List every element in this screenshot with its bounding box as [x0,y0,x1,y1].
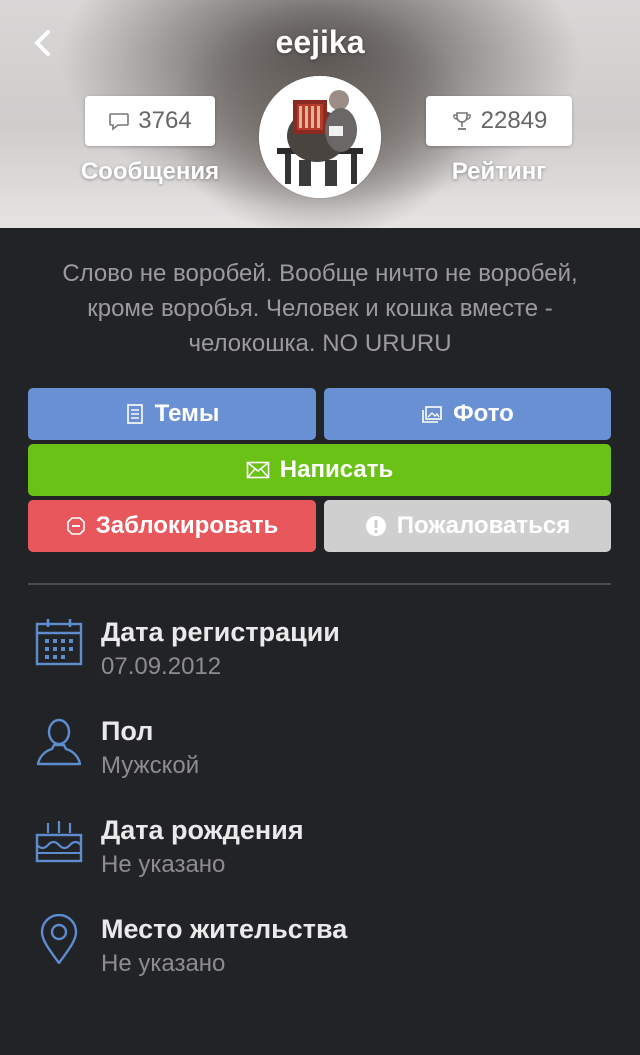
photo-button[interactable]: Фото [324,388,611,440]
profile-username: eejika [275,24,365,60]
messages-count-box[interactable]: 3764 [85,96,215,146]
rating-label: Рейтинг [451,158,547,185]
person-icon [36,718,82,766]
info-title: Пол [101,716,154,746]
rating-count-box[interactable]: 22849 [426,96,572,146]
bio-line: Слово не воробей. Вообще ничто не воробе… [62,260,578,287]
report-button-label: Пожаловаться [396,512,571,539]
divider [28,583,611,585]
info-residence: Место жительства Не указано [34,914,594,994]
trophy-icon [452,112,471,130]
info-value: Не указано [101,950,226,977]
bio-line: кроме воробья. Человек и кошка вместе - [87,295,553,322]
photo-button-label: Фото [453,400,514,427]
info-gender: Пол Мужской [34,716,594,796]
block-user-button[interactable]: Заблокировать [28,500,316,552]
photo-gallery-icon [422,406,442,423]
topics-button[interactable]: Темы [28,388,316,440]
topics-button-label: Темы [154,400,220,427]
rating-count: 22849 [480,107,548,134]
bio-line: челокошка. NO URURU [188,330,452,357]
stop-hexagon-icon [66,517,85,535]
avatar-image [259,76,381,198]
report-user-button[interactable]: Пожаловаться [324,500,611,552]
message-bubble-icon [109,113,130,131]
block-button-label: Заблокировать [95,512,279,539]
info-title: Место жительства [101,914,348,944]
info-value: Мужской [101,752,200,779]
document-list-icon [126,404,143,424]
info-birth-date: Дата рождения Не указано [34,815,594,895]
info-title: Дата регистрации [101,617,340,647]
envelope-icon [246,461,270,479]
avatar[interactable] [259,76,381,198]
info-registration-date: Дата регистрации 07.09.2012 [34,617,594,697]
info-value: 07.09.2012 [101,653,222,680]
messages-label: Сообщения [80,158,220,185]
write-button-label: Написать [279,456,394,483]
birthday-cake-icon [35,821,83,863]
profile-header: eejika 3764 Сообщения 22849 Рейтинг [0,0,640,228]
info-value: Не указано [101,851,226,878]
profile-bio: Слово не воробей. Вообще ничто не воробе… [30,256,610,361]
exclamation-circle-icon [365,516,386,536]
calendar-icon [35,619,83,666]
messages-count: 3764 [138,107,192,134]
location-pin-icon [40,914,78,964]
write-message-button[interactable]: Написать [28,444,611,496]
info-title: Дата рождения [101,815,304,845]
